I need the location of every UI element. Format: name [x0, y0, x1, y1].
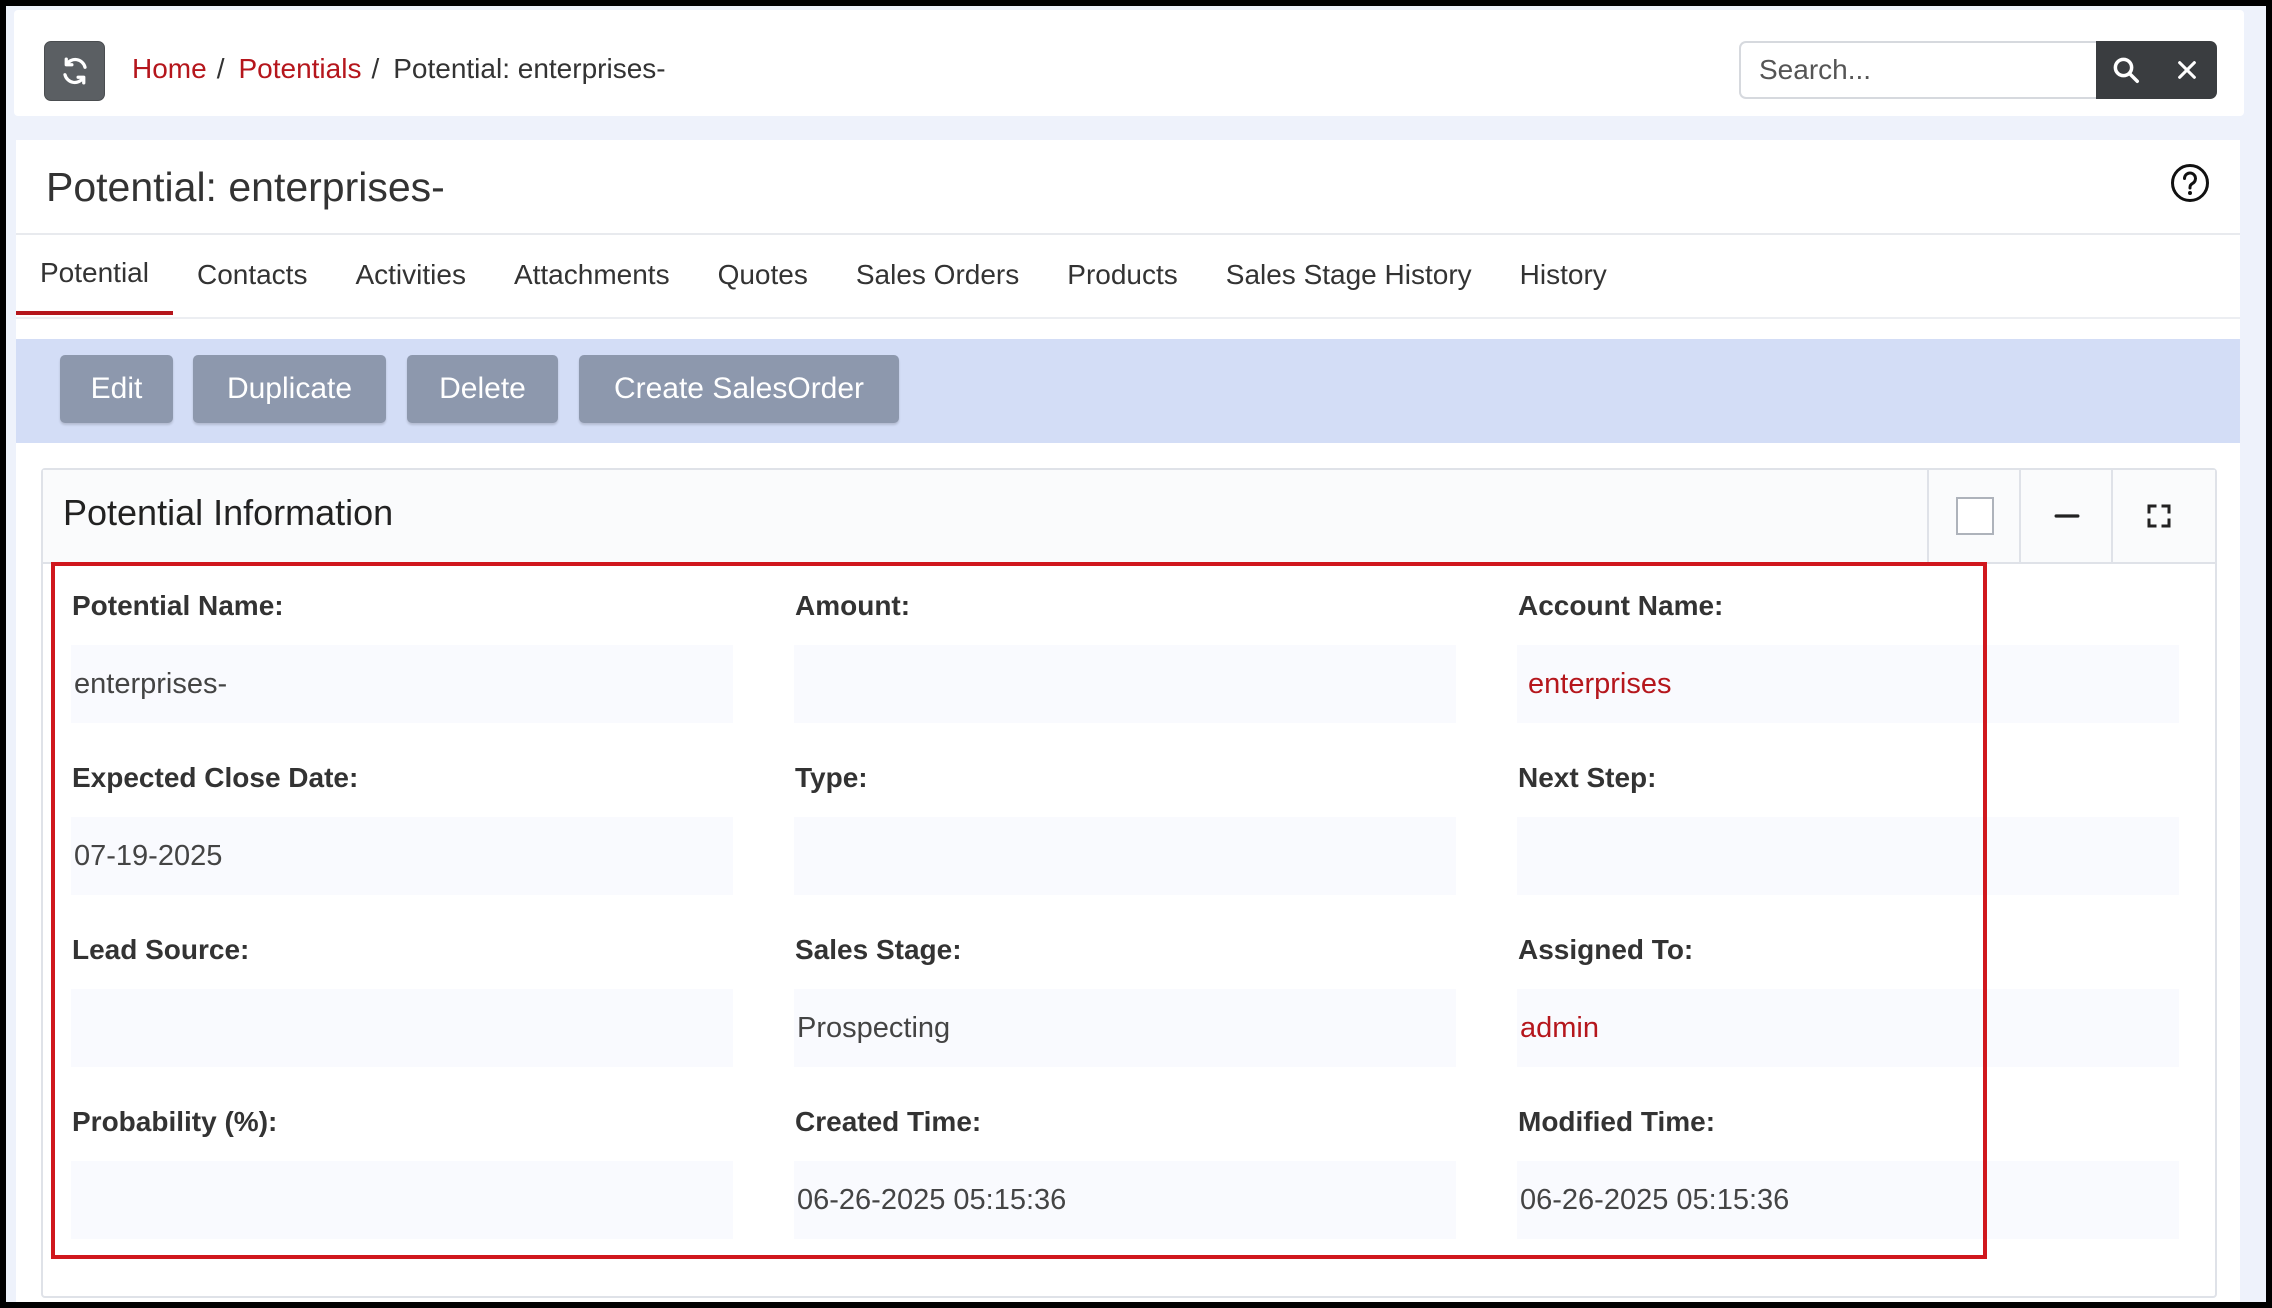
expected-close-date-value: 07-19-2025 [71, 817, 733, 895]
minimize-button[interactable] [2019, 470, 2113, 562]
clear-search-button[interactable] [2156, 41, 2217, 99]
top-bar: Home / Potentials / Potential: enterprises- [14, 10, 2244, 116]
main-panel: Potential: enterprises- Potential Contac… [16, 140, 2240, 1302]
tab-sales-stage-history[interactable]: Sales Stage History [1202, 235, 1496, 315]
next-step-value [1517, 817, 2179, 895]
tab-bar: Potential Contacts Activities Attachment… [16, 235, 2240, 319]
breadcrumb-potentials-link[interactable]: Potentials [238, 53, 361, 84]
edit-button[interactable]: Edit [60, 355, 173, 423]
search-group [1739, 41, 2217, 99]
potential-name-value: enterprises- [71, 645, 733, 723]
tab-history[interactable]: History [1496, 235, 1631, 315]
minus-icon [2054, 514, 2080, 518]
lead-source-label: Lead Source: [72, 934, 250, 965]
potential-information-block: Potential Information Potential Name: en… [41, 468, 2217, 1298]
tab-activities[interactable]: Activities [331, 235, 489, 315]
modified-time-label: Modified Time: [1518, 1106, 1716, 1137]
next-step-label: Next Step: [1518, 762, 1657, 793]
breadcrumb: Home / Potentials / Potential: enterprises- [132, 53, 666, 85]
type-label: Type: [795, 762, 868, 793]
app-frame: Home / Potentials / Potential: enterprises- … [6, 6, 2266, 1302]
search-input[interactable] [1739, 41, 2096, 99]
assigned-to-link[interactable]: admin [1517, 989, 2179, 1067]
refresh-button[interactable] [44, 41, 105, 101]
close-icon [2177, 61, 2196, 79]
create-salesorder-button[interactable]: Create SalesOrder [579, 355, 899, 423]
action-bar: Edit Duplicate Delete Create SalesOrder [16, 339, 2240, 443]
breadcrumb-separator: / [371, 53, 380, 84]
created-time-value: 06-26-2025 05:15:36 [794, 1161, 1456, 1239]
probability-value [71, 1161, 733, 1239]
tab-sales-orders[interactable]: Sales Orders [832, 235, 1043, 315]
created-time-label: Created Time: [795, 1106, 982, 1137]
fullscreen-icon [2147, 504, 2171, 528]
delete-button[interactable]: Delete [407, 355, 558, 423]
tab-attachments[interactable]: Attachments [490, 235, 694, 315]
page-title: Potential: enterprises- [46, 164, 445, 210]
lead-source-value [71, 989, 733, 1067]
potential-name-label: Potential Name: [72, 590, 284, 621]
probability-label: Probability (%): [72, 1106, 278, 1137]
expected-close-date-label: Expected Close Date: [72, 762, 359, 793]
checkbox-icon [1956, 497, 1994, 535]
refresh-icon [62, 57, 87, 85]
account-name-link[interactable]: enterprises [1517, 645, 2179, 723]
search-icon [2113, 57, 2139, 83]
modified-time-value: 06-26-2025 05:15:36 [1517, 1161, 2179, 1239]
sales-stage-label: Sales Stage: [795, 934, 962, 965]
tab-products[interactable]: Products [1043, 235, 1202, 315]
select-block-checkbox[interactable] [1927, 470, 2021, 562]
sales-stage-value: Prospecting [794, 989, 1456, 1067]
amount-value [794, 645, 1456, 723]
tab-quotes[interactable]: Quotes [694, 235, 832, 315]
duplicate-button[interactable]: Duplicate [193, 355, 386, 423]
search-button[interactable] [2096, 41, 2156, 99]
breadcrumb-home-link[interactable]: Home [132, 53, 207, 84]
block-title: Potential Information [63, 492, 394, 533]
tab-contacts[interactable]: Contacts [173, 235, 332, 315]
breadcrumb-current: Potential: enterprises- [393, 53, 666, 84]
account-name-label: Account Name: [1518, 590, 1724, 621]
fullscreen-button[interactable] [2111, 470, 2205, 562]
help-circle-icon[interactable] [2170, 163, 2210, 203]
assigned-to-label: Assigned To: [1518, 934, 1694, 965]
block-header: Potential Information [43, 470, 2215, 564]
amount-label: Amount: [795, 590, 911, 621]
type-value [794, 817, 1456, 895]
tab-potential[interactable]: Potential [16, 235, 173, 315]
breadcrumb-separator: / [216, 53, 225, 84]
